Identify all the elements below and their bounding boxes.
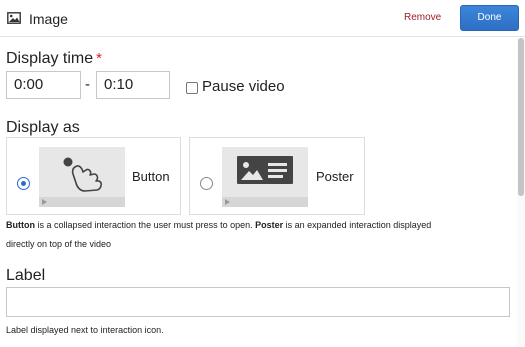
button-thumbnail xyxy=(39,147,125,207)
help-bold-button: Button xyxy=(6,220,35,230)
end-time-input[interactable]: 0:10 xyxy=(96,71,170,99)
play-icon xyxy=(42,199,47,205)
scrollbar[interactable] xyxy=(517,38,525,347)
poster-radio[interactable] xyxy=(200,177,213,190)
display-as-help-line-2: directly on top of the video xyxy=(6,239,112,249)
poster-thumbnail xyxy=(222,147,308,207)
label-heading: Label xyxy=(6,267,46,284)
play-icon xyxy=(225,199,230,205)
start-time-input[interactable]: 0:00 xyxy=(6,71,81,99)
video-bar xyxy=(39,197,125,207)
pause-video-checkbox[interactable] xyxy=(186,82,198,94)
video-bar xyxy=(222,197,308,207)
image-icon xyxy=(7,12,21,24)
display-time-heading: Display time * xyxy=(6,50,102,68)
required-mark: * xyxy=(96,50,102,67)
scrollbar-thumb[interactable] xyxy=(518,38,524,196)
option-card-button[interactable]: Button xyxy=(6,137,181,215)
poster-interaction-icon xyxy=(237,156,293,184)
time-separator: - xyxy=(85,76,90,93)
display-as-help: Button is a collapsed interaction the us… xyxy=(6,216,431,235)
poster-option-label: Poster xyxy=(316,169,354,184)
interaction-editor: Image Remove Done Display time * 0:00 - 0… xyxy=(0,0,525,347)
option-card-poster[interactable]: Poster xyxy=(189,137,365,215)
label-help: Label displayed next to interaction icon… xyxy=(6,325,164,335)
help-bold-poster: Poster xyxy=(255,220,284,230)
button-interaction-icon xyxy=(63,157,102,192)
button-option-label: Button xyxy=(132,169,170,184)
display-as-heading: Display as xyxy=(6,119,80,136)
help-text-1: is a collapsed interaction the user must… xyxy=(35,220,256,230)
help-text-2: is an expanded interaction displayed xyxy=(283,220,432,230)
label-input[interactable] xyxy=(6,287,510,317)
pause-video-label[interactable]: Pause video xyxy=(202,78,285,95)
display-time-label: Display time xyxy=(6,50,94,67)
remove-button[interactable]: Remove xyxy=(404,12,441,23)
editor-title: Image xyxy=(29,11,68,27)
done-button[interactable]: Done xyxy=(460,5,519,31)
editor-header: Image Remove Done xyxy=(0,0,525,37)
button-radio[interactable] xyxy=(17,177,30,190)
